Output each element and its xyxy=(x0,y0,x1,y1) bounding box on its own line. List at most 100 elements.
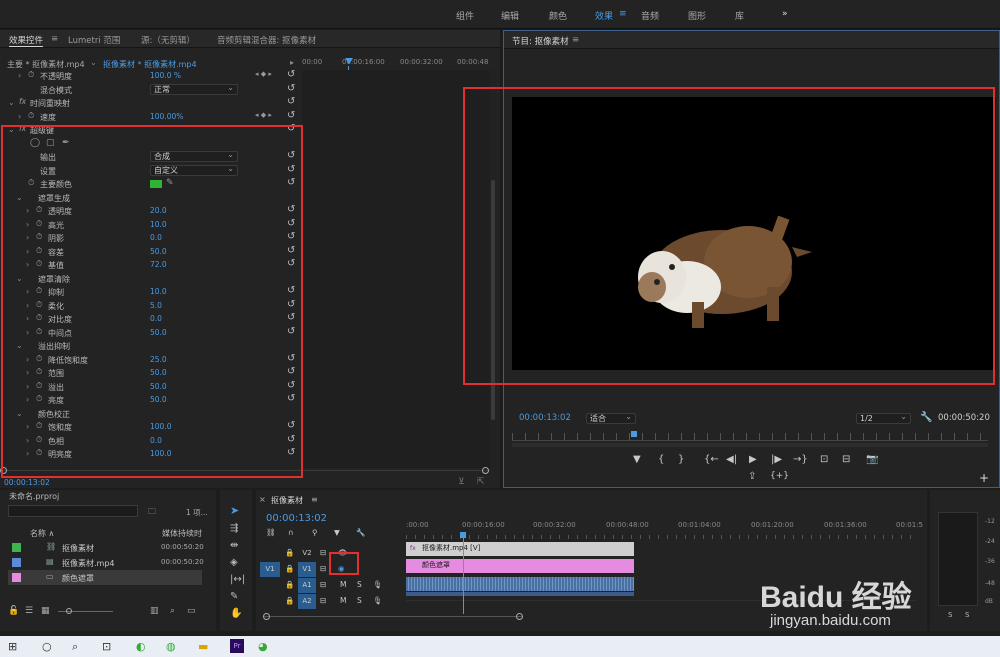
play-icon[interactable]: ▶ xyxy=(749,454,757,465)
effect-param-dropdown[interactable]: 正常 xyxy=(150,83,238,95)
lock-icon[interactable]: 🔒 xyxy=(285,580,294,589)
zoom-slider-handle[interactable] xyxy=(66,608,72,614)
stopwatch-icon[interactable]: ⏱ xyxy=(28,70,34,80)
workspace-tab-color[interactable]: 颜色 xyxy=(549,9,567,22)
effect-row[interactable]: ⌄ fx 时间重映射 ↺ xyxy=(0,96,302,110)
mic-icon[interactable]: 🎙 xyxy=(373,596,383,605)
find-icon[interactable]: ⌕ xyxy=(170,606,175,616)
wechat-icon[interactable]: ◕ xyxy=(258,640,268,653)
workspace-tab-libraries[interactable]: 库 xyxy=(735,9,744,22)
windows-start-icon[interactable]: ⊞ xyxy=(8,640,17,653)
timeline-ruler[interactable]: :00:00 00:00:16:00 00:00:32:00 00:00:48:… xyxy=(406,521,923,535)
stopwatch-icon[interactable]: ⏱ xyxy=(28,111,34,121)
clip-color-matte[interactable]: 颜色遮罩 xyxy=(406,559,634,573)
insert-icon[interactable]: {+} xyxy=(770,471,789,481)
sync-icon[interactable]: ⊟ xyxy=(320,596,326,605)
settings-wrench-icon[interactable]: 🔧 xyxy=(356,528,365,537)
wrench-icon[interactable]: 🔧 xyxy=(920,412,932,423)
hand-icon[interactable]: ✋ xyxy=(230,608,242,619)
mute-icon[interactable]: M xyxy=(340,596,346,605)
solo-icon[interactable]: S xyxy=(357,596,362,605)
effect-param-value[interactable]: 100.0 % xyxy=(150,71,181,80)
tab-source[interactable]: 源:（无剪辑） xyxy=(141,34,195,46)
program-menu-icon[interactable]: ≡ xyxy=(572,35,579,45)
search-icon[interactable]: ○ xyxy=(42,640,52,653)
mic-icon[interactable]: 🎙 xyxy=(373,580,383,589)
effect-row[interactable]: › ⏱ 不透明度 100.0 % ◂ ◆ ▸ ↺ xyxy=(0,69,302,83)
camera-icon[interactable]: 📷 xyxy=(866,454,878,465)
premiere-icon[interactable]: Pr xyxy=(230,639,244,653)
solo-right-button[interactable]: S xyxy=(965,611,969,619)
expand-chevron-icon[interactable]: › xyxy=(18,112,21,121)
export-icon[interactable]: ⇱ xyxy=(477,477,485,487)
effect-param-value[interactable]: 100.00% xyxy=(150,112,183,121)
step-back-icon[interactable]: ◀| xyxy=(726,454,737,465)
zoom-handle-right[interactable] xyxy=(482,467,489,474)
export-frame-icon[interactable]: ⇪ xyxy=(748,471,756,482)
pen-icon[interactable]: ✎ xyxy=(230,591,238,602)
lock-icon[interactable]: 🔓 xyxy=(8,606,19,616)
app-icon[interactable]: ◍ xyxy=(166,640,176,653)
workspace-tab-assembly[interactable]: 组件 xyxy=(456,9,474,22)
workspace-menu-icon[interactable]: ≡ xyxy=(619,9,627,19)
sync-icon[interactable]: ⊟ xyxy=(320,564,326,573)
clip-path-master[interactable]: 主要 * 抠像素材.mp4 xyxy=(7,59,85,70)
tab-lumetri-scopes[interactable]: Lumetri 范围 xyxy=(68,34,120,46)
folder-icon[interactable]: ▬ xyxy=(198,640,208,653)
fit-dropdown[interactable]: 适合 xyxy=(586,412,636,424)
track-header-a2[interactable]: 🔒 A2 ⊟ M S 🎙 xyxy=(260,594,406,610)
clip-path-selected[interactable]: 抠像素材 * 抠像素材.mp4 xyxy=(103,59,197,70)
app-icon[interactable]: ◐ xyxy=(136,640,146,653)
sync-icon[interactable]: ⊟ xyxy=(320,580,326,589)
mark-out-icon[interactable]: } xyxy=(678,454,684,465)
lock-icon[interactable]: 🔒 xyxy=(285,596,294,605)
tab-effect-controls[interactable]: 效果控件 xyxy=(9,34,44,47)
track-header-a1[interactable]: 🔒 A1 ⊟ M S 🎙 xyxy=(260,578,406,594)
track-name[interactable]: V2 xyxy=(298,547,316,560)
solo-left-button[interactable]: S xyxy=(948,611,952,619)
solo-icon[interactable]: S xyxy=(357,580,362,589)
keyframe-nav-icon[interactable]: ◂ ◆ ▸ xyxy=(255,70,272,78)
timeline-title[interactable]: 抠像素材 xyxy=(271,495,303,506)
playhead-marker[interactable] xyxy=(345,58,353,64)
automate-icon[interactable]: ▥ xyxy=(150,606,159,616)
collapse-chevron-icon[interactable]: ⌄ xyxy=(8,98,15,107)
track-name[interactable]: A2 xyxy=(298,594,316,609)
label-color-swatch[interactable] xyxy=(12,558,21,567)
timeline-menu-icon[interactable]: ≡ xyxy=(311,495,318,504)
lift-icon[interactable]: ⊡ xyxy=(820,454,828,465)
add-button-icon[interactable]: + xyxy=(979,471,989,485)
source-patch-v1[interactable]: V1 xyxy=(260,562,280,577)
workspace-tab-audio[interactable]: 音频 xyxy=(641,9,659,22)
label-color-swatch[interactable] xyxy=(12,543,21,552)
track-select-icon[interactable]: ⇶ xyxy=(230,523,238,534)
project-item-name[interactable]: 抠像素材.mp4 xyxy=(62,558,115,569)
timeline-scroll-handle[interactable] xyxy=(263,613,270,620)
effect-row[interactable]: 混合模式 正常 ↺ xyxy=(0,83,302,97)
workspace-tab-effects[interactable]: 效果 xyxy=(595,9,613,22)
timeline-scroll-handle[interactable] xyxy=(516,613,523,620)
mute-icon[interactable]: M xyxy=(340,580,346,589)
column-name-header[interactable]: 名称 ∧ xyxy=(30,528,54,539)
track-name[interactable]: V1 xyxy=(298,562,316,577)
program-playhead[interactable] xyxy=(631,431,637,437)
column-duration-header[interactable]: 媒体持续时 xyxy=(162,528,202,539)
new-item-icon[interactable]: ▭ xyxy=(187,606,196,616)
tab-effect-controls-menu[interactable]: ≡ xyxy=(51,34,58,44)
close-icon[interactable]: × xyxy=(259,495,266,504)
effect-row[interactable]: › ⏱ 速度 100.00% ◂ ◆ ▸ ↺ xyxy=(0,110,302,124)
list-view-icon[interactable]: ☰ xyxy=(25,606,33,616)
extract-icon[interactable]: ⊟ xyxy=(842,454,850,465)
project-list-item[interactable]: ⛓ 抠像素材 00:00:50:20 xyxy=(8,540,204,555)
selection-tool-icon[interactable]: ➤ xyxy=(230,504,239,517)
slip-icon[interactable]: |↔| xyxy=(230,574,245,585)
clip-keyed-video[interactable]: 抠像素材.mp4 [V] xyxy=(406,542,634,556)
ripple-edit-icon[interactable]: ⇹ xyxy=(230,540,238,551)
zoom-scroll-bar[interactable] xyxy=(512,443,988,447)
keyframe-area[interactable] xyxy=(302,70,490,468)
program-title[interactable]: 节目: 抠像素材 xyxy=(512,35,569,47)
tab-audio-clip-mixer[interactable]: 音频剪辑混合器: 抠像素材 xyxy=(217,34,316,46)
reset-icon[interactable]: ↺ xyxy=(287,83,295,94)
icon-view-icon[interactable]: ▦ xyxy=(41,606,50,616)
program-timecode[interactable]: 00:00:13:02 xyxy=(519,413,571,423)
